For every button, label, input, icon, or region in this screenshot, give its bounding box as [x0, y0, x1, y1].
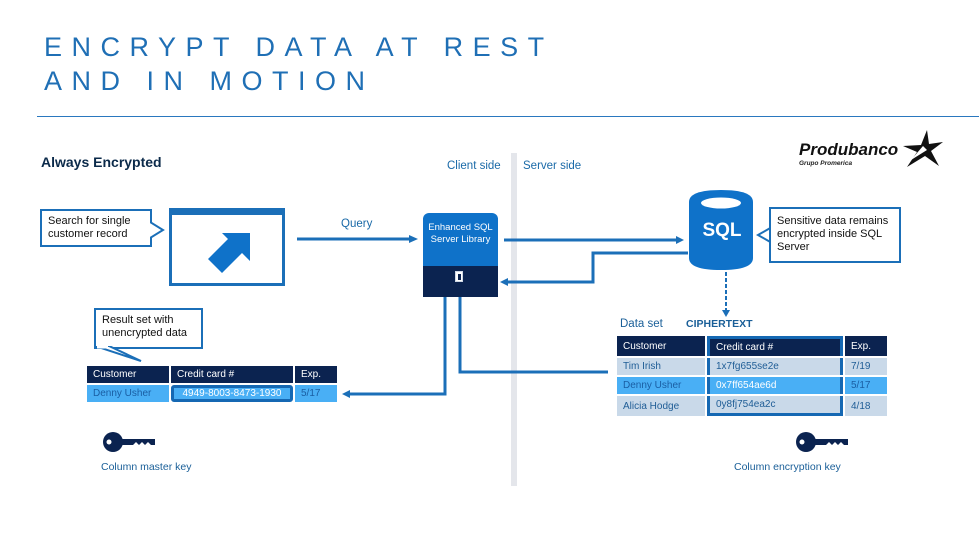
sql-to-library-arrow: [505, 251, 688, 284]
library-to-result-arrow: [348, 297, 447, 396]
cell-credit-card: 0x7ff654ae6d: [707, 377, 843, 394]
header-exp: Exp.: [295, 366, 337, 383]
ciphertext-label: CIPHERTEXT: [686, 318, 753, 330]
header-exp: Exp.: [845, 336, 887, 356]
cell-exp: 4/18: [845, 396, 887, 416]
result-set-callout: Result set with unencrypted data: [94, 308, 203, 349]
cell-exp: 7/19: [845, 358, 887, 375]
table-header-row: Customer Credit card # Exp.: [617, 336, 887, 356]
column-master-key-icon: [103, 432, 155, 452]
cell-customer: Alicia Hodge: [617, 396, 705, 416]
table-header-row: Customer Credit card # Exp.: [87, 366, 337, 383]
server-dataset-table: Customer Credit card # Exp. Tim Irish 1x…: [615, 334, 889, 418]
cell-customer: Denny Usher: [87, 385, 169, 402]
cell-customer: Tim Irish: [617, 358, 705, 375]
header-credit-card: Credit card #: [171, 366, 293, 383]
client-result-table: Customer Credit card # Exp. Denny Usher …: [85, 364, 339, 404]
header-customer: Customer: [617, 336, 705, 356]
header-credit-card: Credit card #: [707, 336, 843, 356]
cell-customer: Denny Usher: [617, 377, 705, 394]
column-master-key-label: Column master key: [101, 461, 192, 473]
table-row: Tim Irish 1x7fg655se2e 7/19: [617, 358, 887, 375]
sql-label: SQL: [702, 220, 742, 241]
table-row: Denny Usher 4949-8003-8473-1930 5/17: [87, 385, 337, 402]
header-customer: Customer: [87, 366, 169, 383]
table-row-highlighted: Denny Usher 0x7ff654ae6d 5/17: [617, 377, 887, 394]
dataset-label: Data set: [620, 318, 663, 330]
cell-credit-card: 0y8fj754ea2c: [707, 396, 843, 416]
cell-exp: 5/17: [295, 385, 337, 402]
cell-credit-card: 4949-8003-8473-1930: [171, 385, 293, 402]
column-encryption-key-label: Column encryption key: [734, 461, 841, 473]
cell-credit-card: 1x7fg655se2e: [707, 358, 843, 375]
sql-callout: Sensitive data remains encrypted inside …: [769, 207, 901, 263]
column-encryption-key-icon: [796, 432, 848, 452]
result-callout-pointer: [95, 346, 142, 362]
cell-exp: 5/17: [845, 377, 887, 394]
library-to-dataset-dashed: [458, 297, 608, 374]
table-row: Alicia Hodge 0y8fj754ea2c 4/18: [617, 396, 887, 416]
